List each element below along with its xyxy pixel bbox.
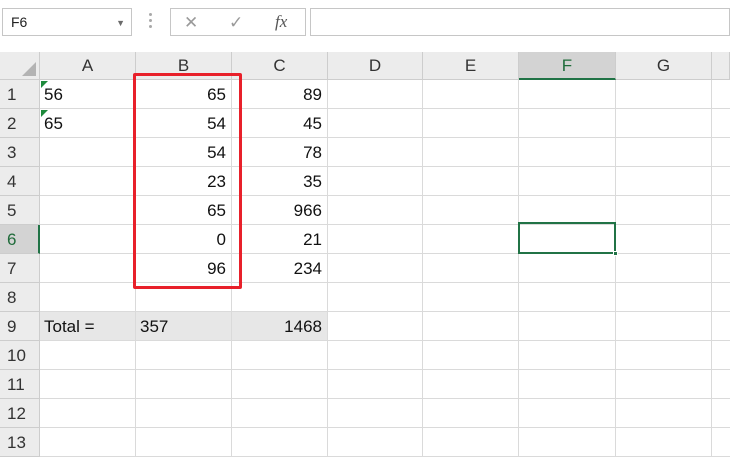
select-all-button[interactable] (0, 52, 40, 80)
column-header-d[interactable]: D (328, 52, 423, 80)
column-header-e[interactable]: E (423, 52, 519, 80)
column-header-h[interactable] (712, 52, 730, 80)
name-box-dropdown-icon[interactable]: ▼ (116, 18, 125, 28)
spreadsheet-grid[interactable]: A B C D E F G 1 2 3 4 5 6 7 8 9 10 11 12… (0, 52, 730, 457)
formula-bar: F6 ▼ ✕ ✓ fx (0, 0, 730, 44)
highlight-box (133, 73, 242, 289)
insert-function-icon[interactable]: fx (275, 12, 287, 32)
row-header-3[interactable]: 3 (0, 138, 40, 167)
row-header-12[interactable]: 12 (0, 399, 40, 428)
row-header-8[interactable]: 8 (0, 283, 40, 312)
cell-c6[interactable]: 21 (232, 225, 327, 254)
column-header-a[interactable]: A (40, 52, 136, 80)
cell-c9[interactable]: 1468 (232, 312, 327, 341)
cancel-icon[interactable]: ✕ (184, 13, 198, 33)
row-header-10[interactable]: 10 (0, 341, 40, 370)
column-header-g[interactable]: G (616, 52, 712, 80)
name-box[interactable]: F6 ▼ (2, 8, 132, 36)
row-header-13[interactable]: 13 (0, 428, 40, 457)
cell-c7[interactable]: 234 (232, 254, 327, 283)
cell-c1[interactable]: 89 (232, 80, 327, 109)
row-header-11[interactable]: 11 (0, 370, 40, 399)
cell-a1[interactable]: 56 (40, 80, 135, 109)
name-box-value: F6 (11, 14, 28, 30)
cell-a2[interactable]: 65 (40, 109, 135, 138)
gridline (40, 369, 730, 370)
column-header-f[interactable]: F (519, 52, 616, 80)
gridline (40, 427, 730, 428)
cell-c5[interactable]: 966 (232, 196, 327, 225)
error-indicator-icon (41, 110, 48, 117)
column-header-c[interactable]: C (232, 52, 328, 80)
enter-icon[interactable]: ✓ (229, 13, 243, 33)
fill-handle[interactable] (613, 251, 618, 256)
cell-b9[interactable]: 357 (136, 312, 231, 341)
grip-icon[interactable] (149, 13, 152, 31)
formula-input[interactable] (310, 8, 730, 36)
row-header-6[interactable]: 6 (0, 225, 40, 254)
error-indicator-icon (41, 81, 48, 88)
formula-buttons: ✕ ✓ fx (170, 8, 306, 36)
row-header-7[interactable]: 7 (0, 254, 40, 283)
row-header-4[interactable]: 4 (0, 167, 40, 196)
row-header-2[interactable]: 2 (0, 109, 40, 138)
cell-c4[interactable]: 35 (232, 167, 327, 196)
cell-c3[interactable]: 78 (232, 138, 327, 167)
selected-cell-f6[interactable] (518, 222, 616, 254)
gridline (40, 398, 730, 399)
cell-c2[interactable]: 45 (232, 109, 327, 138)
row-header-5[interactable]: 5 (0, 196, 40, 225)
cell-a9[interactable]: Total = (40, 312, 135, 341)
row-header-9[interactable]: 9 (0, 312, 40, 341)
row-header-1[interactable]: 1 (0, 80, 40, 109)
